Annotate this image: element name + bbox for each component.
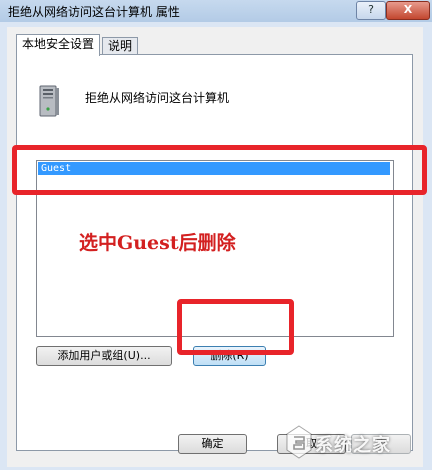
- properties-dialog-screenshot: 拒绝从网络访问这台计算机 属性 ? X 本地安全设置 说明 拒绝从网络访问这台计…: [0, 0, 432, 470]
- annotation-text: 选中Guest后删除: [79, 232, 236, 254]
- ok-button[interactable]: 确定: [178, 434, 247, 454]
- watermark-logo-icon: [286, 425, 312, 459]
- window-title: 拒绝从网络访问这台计算机 属性: [8, 5, 180, 19]
- computer-tower-icon: [39, 85, 59, 117]
- add-user-or-group-button[interactable]: 添加用户或组(U)...: [36, 346, 172, 366]
- highlight-box-remove: [177, 299, 294, 355]
- window-frame: 本地安全设置 说明 拒绝从网络访问这台计算机 Guest 选中Guest后删除 …: [0, 22, 432, 470]
- title-bar[interactable]: 拒绝从网络访问这台计算机 属性 ? X: [0, 0, 432, 23]
- watermark-text: 系统之家: [315, 435, 391, 456]
- highlight-box-list: [12, 145, 427, 195]
- tab-explain[interactable]: 说明: [102, 37, 139, 55]
- watermark: 系统之家: [283, 420, 428, 464]
- close-button[interactable]: X: [386, 1, 430, 20]
- policy-name: 拒绝从网络访问这台计算机: [85, 91, 230, 105]
- help-button[interactable]: ?: [356, 1, 386, 20]
- tab-local-security-setting[interactable]: 本地安全设置: [16, 34, 101, 56]
- tab-panel: 拒绝从网络访问这台计算机 Guest 选中Guest后删除 添加用户或组(U).…: [12, 54, 427, 451]
- dialog-body: 本地安全设置 说明 拒绝从网络访问这台计算机 Guest 选中Guest后删除 …: [7, 27, 427, 467]
